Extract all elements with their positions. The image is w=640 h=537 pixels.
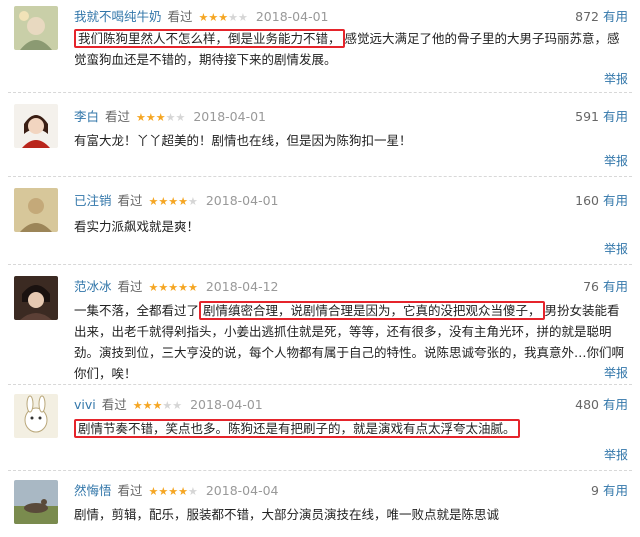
avatar[interactable] <box>14 6 58 50</box>
review-meta: 我就不喝纯牛奶 看过 ★★★★★ 2018-04-01 <box>74 8 329 26</box>
review-date: 2018-04-01 <box>205 193 279 208</box>
watch-status: 看过 <box>167 9 193 24</box>
watch-status: 看过 <box>117 193 143 208</box>
report-link[interactable]: 举报 <box>604 152 628 169</box>
watch-status: 看过 <box>105 109 131 124</box>
star-rating: ★★★★★ <box>148 485 198 498</box>
avatar[interactable] <box>14 480 58 524</box>
username-link[interactable]: 然悔悟 <box>74 483 112 498</box>
divider <box>8 176 632 177</box>
review-meta: 范冰冰 看过 ★★★★★ 2018-04-12 <box>74 278 279 296</box>
useful-button[interactable]: 有用 <box>603 279 628 294</box>
username-link[interactable]: 已注销 <box>74 193 112 208</box>
avatar[interactable] <box>14 276 58 320</box>
divider <box>8 470 632 471</box>
star-rating: ★★★★★ <box>198 11 248 24</box>
highlighted-text: 我们陈狗里然人不怎么样，倒是业务能力不错， <box>74 29 345 48</box>
review-text: 剧情节奏不错，笑点也多。陈狗还是有把刷子的，就是演戏有点太浮夸太油腻。 <box>74 418 630 439</box>
star-rating: ★★★★★ <box>132 399 183 412</box>
review-date: 2018-04-01 <box>190 397 263 412</box>
avatar[interactable] <box>14 394 58 438</box>
vote-count: 591 有用 <box>575 109 628 124</box>
review-meta: 然悔悟 看过 ★★★★★ 2018-04-04 <box>74 482 279 500</box>
divider <box>8 384 632 385</box>
vote-count: 160 有用 <box>575 193 628 208</box>
avatar[interactable] <box>14 188 58 232</box>
highlighted-text: 剧情缜密合理，说剧情合理是因为，它真的没把观众当傻子， <box>199 301 545 320</box>
divider <box>8 264 632 265</box>
review-meta: 李白 看过 ★★★★★ 2018-04-01 <box>74 108 266 126</box>
review-text: 看实力派飙戏就是爽！ <box>74 219 200 234</box>
username-link[interactable]: 范冰冰 <box>74 279 112 294</box>
star-rating: ★★★★★ <box>148 195 198 208</box>
watch-status: 看过 <box>101 397 127 412</box>
vote-count: 480 有用 <box>575 397 628 412</box>
useful-button[interactable]: 有用 <box>603 9 628 24</box>
review-text: 一集不落，全都看过了 剧情缜密合理，说剧情合理是因为，它真的没把观众当傻子， 男扮女… <box>74 301 625 381</box>
report-link[interactable]: 举报 <box>604 240 628 257</box>
username-link[interactable]: vivi <box>74 397 96 412</box>
highlighted-text: 剧情节奏不错，笑点也多。陈狗还是有把刷子的，就是演戏有点太浮夸太油腻。 <box>74 419 520 438</box>
useful-button[interactable]: 有用 <box>603 109 628 124</box>
report-link[interactable]: 举报 <box>604 70 628 87</box>
divider <box>8 92 632 93</box>
username-link[interactable]: 李白 <box>74 109 99 124</box>
review-date: 2018-04-01 <box>193 109 267 124</box>
review-text: 有富大龙！丫丫超美的！剧情也在线，但是因为陈狗扣一星！ <box>74 133 412 148</box>
vote-count: 9 有用 <box>591 483 628 498</box>
useful-button[interactable]: 有用 <box>603 483 628 498</box>
review-date: 2018-04-01 <box>255 9 329 24</box>
username-link[interactable]: 我就不喝纯牛奶 <box>74 9 162 24</box>
useful-button[interactable]: 有用 <box>603 397 628 412</box>
review-date: 2018-04-12 <box>205 279 279 294</box>
watch-status: 看过 <box>117 483 143 498</box>
report-link[interactable]: 举报 <box>604 446 628 463</box>
review-date: 2018-04-04 <box>205 483 279 498</box>
vote-count: 76 有用 <box>583 279 628 294</box>
star-rating: ★★★★★ <box>136 111 186 124</box>
review-text: 我们陈狗里然人不怎么样，倒是业务能力不错， 感觉远大满足了他的骨子里的大男子玛丽苏… <box>74 29 620 67</box>
review-meta: 已注销 看过 ★★★★★ 2018-04-01 <box>74 192 279 210</box>
avatar[interactable] <box>14 104 58 148</box>
review-meta: vivi 看过 ★★★★★ 2018-04-01 <box>74 396 263 414</box>
review-text: 剧情，剪辑，配乐，服装都不错，大部分演员演技在线，唯一败点就是陈思诚 <box>74 507 500 522</box>
useful-button[interactable]: 有用 <box>603 193 628 208</box>
star-rating: ★★★★★ <box>148 281 198 294</box>
report-link[interactable]: 举报 <box>604 364 628 381</box>
watch-status: 看过 <box>117 279 143 294</box>
vote-count: 872 有用 <box>575 9 628 24</box>
